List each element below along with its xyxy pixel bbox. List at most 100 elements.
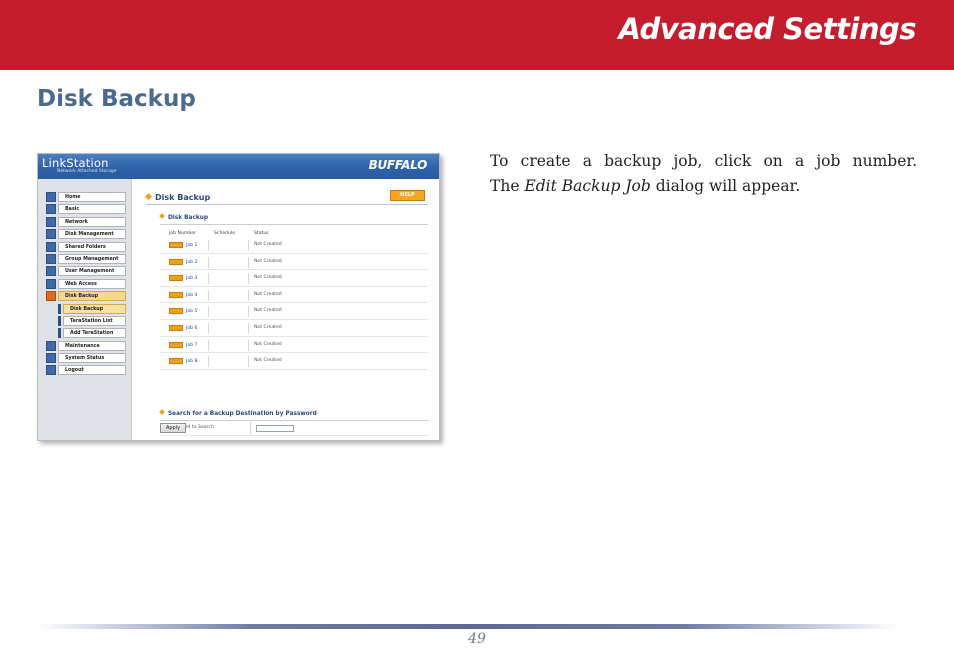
divider — [208, 356, 209, 368]
job-row: Job 3 Not Created — [160, 270, 428, 287]
job-link[interactable]: Job 3 — [186, 276, 197, 281]
sidebar-item[interactable]: TeraStation List — [38, 315, 132, 327]
sidebar-item[interactable]: Web Access — [38, 278, 132, 290]
divider — [160, 435, 428, 436]
user-icon — [46, 266, 56, 277]
divider — [250, 422, 251, 434]
sidebar-item[interactable]: System Status — [38, 352, 132, 364]
disk-icon — [46, 229, 56, 240]
job-row: Job 1 Not Created — [160, 237, 428, 254]
job-edit-icon[interactable] — [169, 325, 183, 331]
divider — [146, 204, 428, 205]
linkstation-logo: LinkStation — [42, 156, 109, 170]
divider — [208, 306, 209, 318]
sidebar-item[interactable]: Disk Backup — [38, 290, 132, 302]
job-link[interactable]: Job 6 — [186, 326, 197, 331]
screenshot-sidebar: Home Basic Network Disk Management Shared Fo… — [38, 179, 132, 440]
job-row: Job 4 Not Created — [160, 287, 428, 304]
status-icon — [46, 353, 56, 364]
footer-bar — [38, 624, 898, 629]
job-link[interactable]: Job 5 — [186, 309, 197, 314]
divider — [248, 240, 249, 251]
column-header-status: Status — [254, 231, 269, 236]
apply-button[interactable]: Apply — [160, 423, 186, 433]
group-icon — [46, 253, 56, 264]
sidebar-item[interactable]: Basic — [38, 203, 132, 215]
sub-item-marker-icon — [58, 328, 61, 339]
job-link[interactable]: Job 7 — [186, 343, 197, 348]
divider — [208, 323, 209, 334]
help-button[interactable]: HELP — [390, 190, 425, 201]
sidebar-nav: Home Basic Network Disk Management Shared Fo… — [38, 191, 132, 377]
column-header-schedule: Schedule — [214, 231, 236, 236]
sidebar-item[interactable]: Shared Folders — [38, 241, 132, 253]
divider — [248, 356, 249, 368]
backup-icon — [46, 291, 56, 302]
job-row: Job 7 Not Created — [160, 337, 428, 354]
divider — [248, 289, 249, 301]
divider — [248, 339, 249, 351]
logout-icon — [46, 365, 56, 376]
job-edit-icon[interactable] — [169, 275, 183, 282]
job-edit-icon[interactable] — [169, 308, 183, 315]
job-status: Not Created — [254, 325, 282, 330]
sidebar-item[interactable]: Group Management — [38, 253, 132, 265]
screenshot-main: Disk Backup HELP Disk Backup Job Number … — [138, 179, 438, 440]
screenshot-topbar: LinkStation Network Attached Storage BUF… — [38, 154, 439, 179]
bullet-icon — [159, 213, 165, 219]
buffalo-logo: BUFFALO — [368, 158, 428, 172]
search-section-title: Search for a Backup Destination by Passw… — [159, 409, 317, 417]
job-edit-icon[interactable] — [169, 291, 183, 298]
divider — [248, 256, 249, 268]
job-edit-icon[interactable] — [169, 341, 183, 348]
sidebar-item-label: User Management — [58, 266, 126, 277]
sidebar-item-label: Maintenance — [58, 340, 126, 351]
sidebar-item-label: Disk Management — [58, 229, 126, 240]
sidebar-item-label: Network — [58, 216, 126, 227]
sidebar-item[interactable]: Add TeraStation — [38, 327, 132, 339]
sidebar-item-label: Logout — [58, 365, 126, 376]
job-edit-icon[interactable] — [169, 258, 183, 265]
divider — [208, 273, 209, 285]
job-link[interactable]: Job 2 — [186, 260, 197, 265]
section-title: Disk Backup — [37, 86, 196, 112]
home-icon — [46, 192, 56, 202]
search-section-title-text: Search for a Backup Destination by Passw… — [168, 411, 317, 417]
sidebar-item[interactable]: Logout — [38, 364, 132, 376]
divider — [248, 306, 249, 318]
maintenance-icon — [46, 340, 56, 351]
description-prefix: The — [490, 177, 520, 195]
job-status: Not Created — [254, 258, 282, 264]
page-header: Advanced Settings — [0, 0, 954, 70]
folder-icon — [46, 241, 56, 252]
subsection-title-text: Disk Backup — [168, 215, 209, 221]
sidebar-item-label: Shared Folders — [58, 241, 126, 252]
job-link[interactable]: Job 4 — [186, 293, 197, 298]
column-header-job-number: Job Number — [169, 231, 196, 236]
web-icon — [46, 278, 56, 289]
password-search-input[interactable] — [256, 425, 294, 432]
sidebar-item-label: TeraStation List — [63, 315, 126, 326]
divider — [248, 323, 249, 334]
sub-item-marker-icon — [58, 303, 61, 314]
sidebar-item-label: Web Access — [58, 278, 126, 289]
sidebar-item[interactable]: Home — [38, 191, 132, 203]
job-status: Not Created — [254, 341, 282, 347]
sidebar-item[interactable]: Network — [38, 216, 132, 228]
sidebar-item[interactable]: User Management — [38, 265, 132, 277]
job-edit-icon[interactable] — [169, 242, 183, 248]
description-emphasis: Edit Backup Job — [524, 177, 651, 195]
job-status: Not Created — [254, 242, 282, 247]
divider — [208, 256, 209, 268]
job-edit-icon[interactable] — [169, 358, 183, 365]
basic-icon — [46, 204, 56, 215]
job-row: Job 8 Not Created — [160, 353, 428, 370]
job-link[interactable]: Job 8 — [186, 359, 197, 364]
sidebar-item[interactable]: Disk Backup — [38, 303, 132, 315]
sidebar-item[interactable]: Disk Management — [38, 228, 132, 240]
job-status: Not Created — [254, 275, 282, 281]
sidebar-item-label: Add TeraStation — [63, 328, 126, 339]
sidebar-item[interactable]: Maintenance — [38, 340, 132, 352]
job-link[interactable]: Job 1 — [186, 243, 197, 248]
header-title: Advanced Settings — [618, 12, 916, 46]
